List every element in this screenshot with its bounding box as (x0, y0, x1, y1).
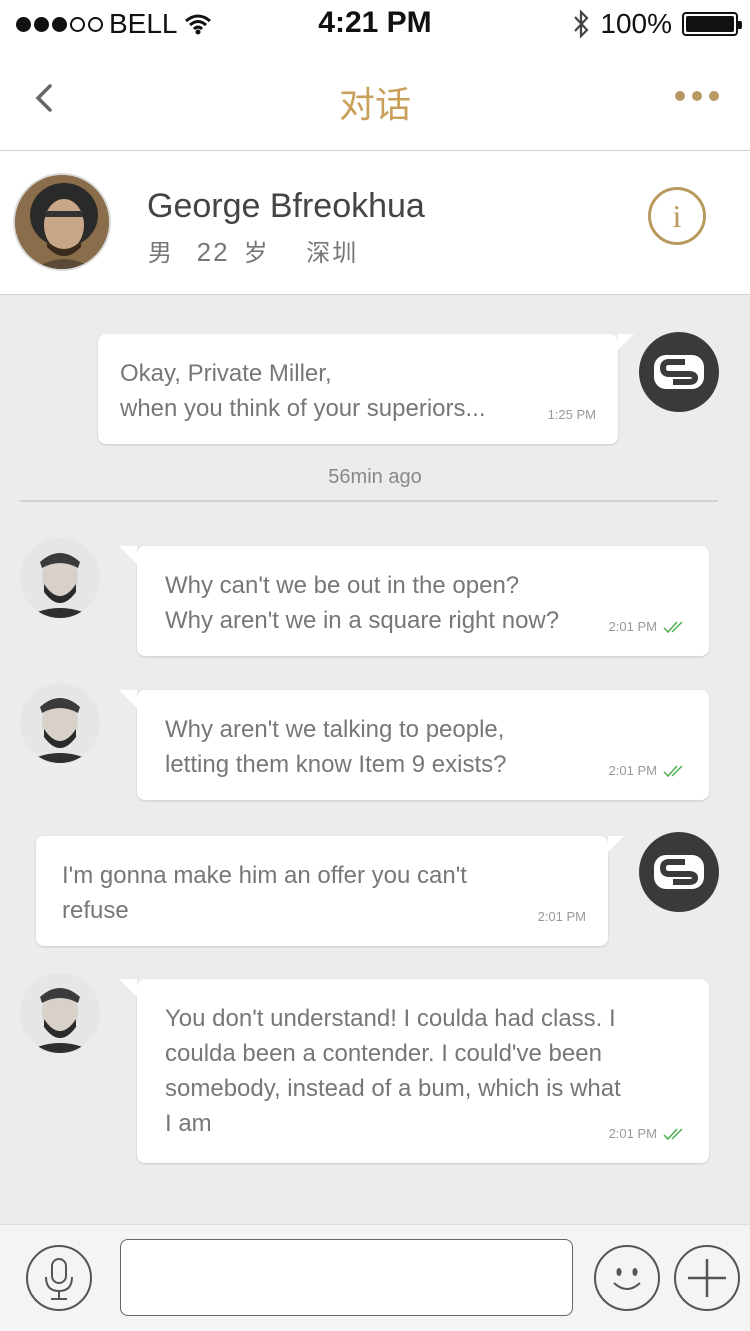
bubble-tail (119, 690, 137, 708)
message-input[interactable] (120, 1239, 573, 1316)
bubble-tail (119, 979, 137, 997)
battery-percentage: 100% (600, 8, 672, 39)
microphone-icon (45, 1258, 73, 1300)
more-button[interactable] (674, 86, 720, 106)
self-avatar[interactable] (639, 832, 719, 912)
divider (20, 500, 718, 502)
message-text: I'm gonna make him an offer you can't re… (62, 862, 467, 924)
message-input-bar (0, 1224, 750, 1331)
app-logo-icon (654, 355, 704, 389)
bubble-tail (608, 836, 624, 852)
read-check-icon (663, 1127, 683, 1140)
read-check-icon (663, 620, 683, 633)
message-text: Okay, Private Miller, when you think of … (120, 360, 486, 422)
contact-message-avatar[interactable] (20, 973, 100, 1053)
message-time: 2:01 PM (609, 753, 687, 788)
self-avatar[interactable] (639, 332, 719, 412)
message-time: 2:01 PM (609, 1116, 687, 1151)
contact-message-avatar[interactable] (20, 683, 100, 763)
info-button[interactable]: i (648, 187, 706, 245)
contact-name: George Bfreokhua (147, 187, 425, 225)
message-bubble-incoming[interactable]: You don't understand! I coulda had class… (119, 979, 709, 1163)
smiley-icon (613, 1268, 641, 1290)
status-bar: BELL 4:21 PM 100% (0, 0, 750, 46)
contact-age: 22 (196, 237, 230, 267)
emoji-button[interactable] (594, 1245, 660, 1311)
contact-city: 深圳 (306, 240, 359, 267)
message-bubble-incoming[interactable]: Why aren't we talking to people, letting… (119, 690, 709, 800)
read-check-icon (663, 764, 683, 777)
app-logo-icon (654, 855, 704, 889)
page-title: 对话 (338, 84, 411, 125)
contact-profile-card: George Bfreokhua 男 22 岁 深圳 i (0, 150, 750, 295)
contact-avatar[interactable] (13, 173, 111, 271)
add-attachment-button[interactable] (674, 1245, 740, 1311)
contact-message-avatar[interactable] (20, 538, 100, 618)
time-divider-label: 56min ago (328, 466, 422, 488)
contact-gender: 男 (148, 240, 174, 267)
message-time: 2:01 PM (609, 609, 687, 644)
message-bubble-outgoing[interactable]: Okay, Private Miller, when you think of … (98, 334, 634, 444)
message-bubble-incoming[interactable]: Why can't we be out in the open? Why are… (119, 546, 709, 656)
bubble-tail (618, 334, 634, 350)
voice-button[interactable] (26, 1245, 92, 1311)
more-dots-icon (675, 91, 719, 101)
battery-icon (682, 12, 742, 36)
bluetooth-icon (574, 9, 589, 39)
message-bubble-outgoing[interactable]: I'm gonna make him an offer you can't re… (36, 836, 624, 946)
navigation-bar: 对话 (0, 46, 750, 150)
contact-age-group: 22 岁 (196, 237, 284, 267)
contact-meta: 男 22 岁 深圳 (148, 233, 372, 268)
message-time: 1:25 PM (547, 407, 596, 422)
bubble-tail (119, 546, 137, 564)
plus-icon (688, 1259, 726, 1297)
status-right-group: 100% (572, 8, 742, 40)
contact-age-unit: 岁 (243, 240, 270, 267)
message-time: 2:01 PM (537, 909, 586, 924)
